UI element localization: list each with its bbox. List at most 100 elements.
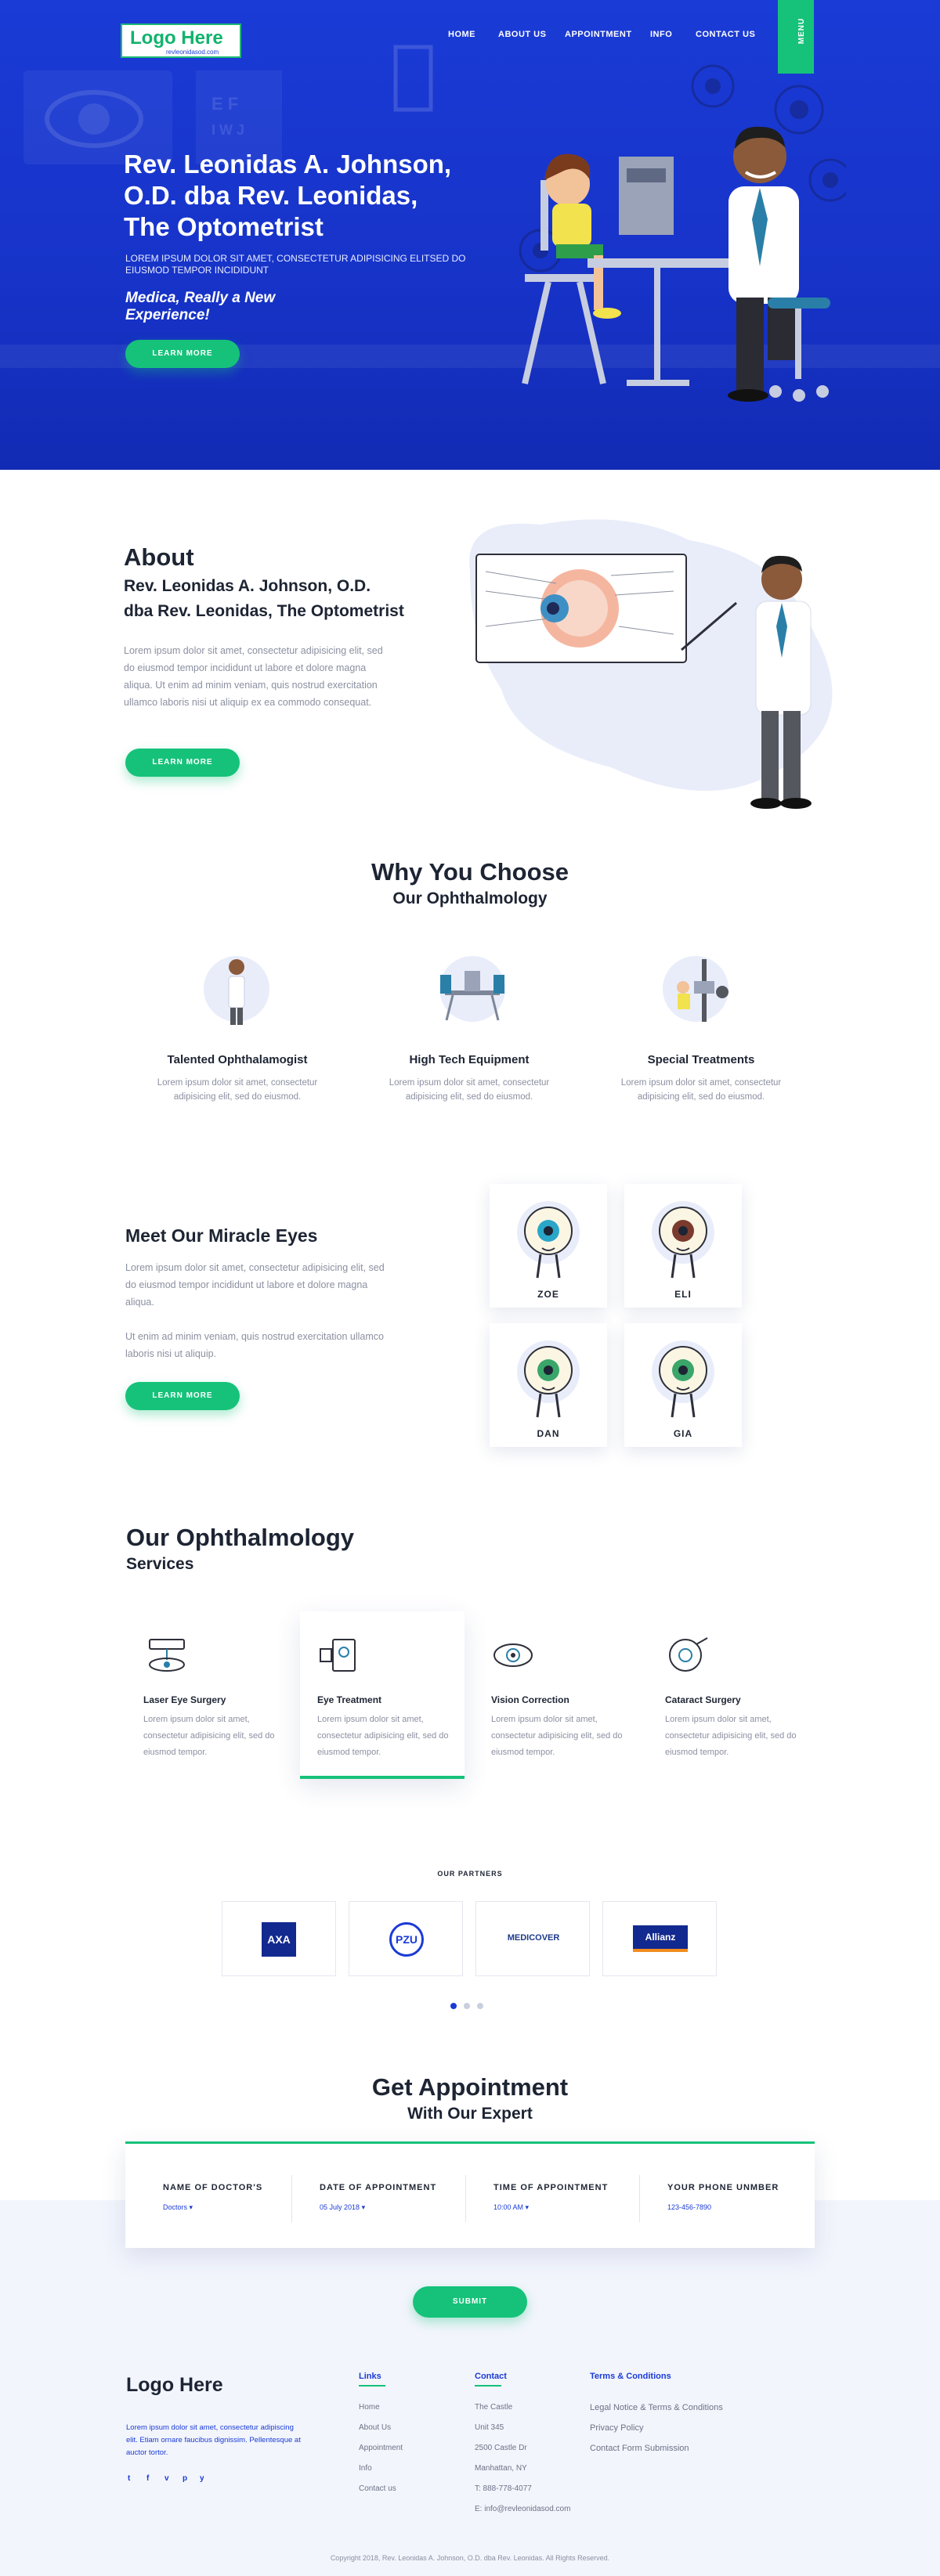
service-title: Cataract Surgery: [665, 1694, 741, 1705]
svg-text:I W J: I W J: [212, 122, 244, 138]
special-treatment-icon: [663, 956, 728, 1022]
service-item[interactable]: Cataract Surgery Lorem ipsum dolor sit a…: [665, 1615, 830, 1771]
footer-link-appointment[interactable]: Appointment: [359, 2444, 403, 2452]
carousel-dot[interactable]: [464, 2003, 470, 2009]
divider: [291, 2175, 292, 2222]
footer-link-info[interactable]: Info: [359, 2464, 372, 2473]
eye-card-eli[interactable]: ELI: [624, 1184, 742, 1308]
submit-button[interactable]: SUBMIT: [413, 2286, 527, 2318]
hero-title-line: The Optometrist: [124, 212, 324, 241]
feature-title: High Tech Equipment: [409, 1053, 530, 1066]
contact-email[interactable]: E: info@revleonidasod.com: [475, 2505, 570, 2513]
eye-name: GIA: [673, 1428, 693, 1439]
hero-section: E F I W J Logo Here revleonidasod.com HO…: [0, 0, 940, 470]
footer-logo[interactable]: Logo Here: [126, 2374, 223, 2397]
nav-info[interactable]: INFO: [650, 30, 672, 39]
footer-link-legal[interactable]: Legal Notice & Terms & Conditions: [590, 2403, 723, 2412]
pinterest-icon[interactable]: p: [183, 2474, 187, 2483]
hero-learn-more-button[interactable]: LEARN MORE: [125, 340, 240, 368]
eyes-learn-more-button[interactable]: LEARN MORE: [125, 1382, 240, 1410]
eye-card-zoe[interactable]: ZOE: [490, 1184, 607, 1308]
footer-links-heading: Links: [359, 2372, 381, 2381]
logo-subtext: revleonidasod.com: [166, 49, 219, 56]
twitter-icon[interactable]: t: [128, 2474, 130, 2483]
about-heading: About: [124, 543, 194, 571]
doctor-select[interactable]: NAME OF DOCTOR'S Doctors ▾: [163, 2183, 262, 2212]
carousel-dot-active[interactable]: [450, 2003, 457, 2009]
appointment-subheading: With Our Expert: [407, 2105, 533, 2123]
divider: [465, 2175, 466, 2222]
phone-field[interactable]: YOUR PHONE UNMBER 123-456-7890: [667, 2183, 779, 2211]
eyes-heading: Meet Our Miracle Eyes: [125, 1225, 318, 1246]
eye-name: DAN: [537, 1428, 560, 1439]
footer-link-contact-form[interactable]: Contact Form Submission: [590, 2444, 689, 2453]
chevron-down-icon: ▾: [361, 2203, 366, 2211]
date-select[interactable]: DATE OF APPOINTMENT 05 July 2018 ▾: [320, 2183, 436, 2212]
about-subheading-line: Rev. Leonidas A. Johnson, O.D.: [124, 577, 371, 595]
service-item[interactable]: Vision Correction Lorem ipsum dolor sit …: [491, 1615, 656, 1771]
why-subheading: Our Ophthalmology: [392, 889, 548, 907]
time-select[interactable]: TIME OF APPOINTMENT 10:00 AM ▾: [494, 2183, 608, 2212]
why-heading: Why You Choose: [371, 858, 569, 886]
cartoon-eye-icon: [652, 1340, 714, 1418]
service-desc: Lorem ipsum dolor sit amet, consectetur …: [665, 1715, 797, 1757]
about-learn-more-button[interactable]: LEARN MORE: [125, 749, 240, 777]
footer-about: Lorem ipsum dolor sit amet, consectetur …: [126, 2423, 301, 2457]
nav-appointment[interactable]: APPOINTMENT: [565, 30, 632, 39]
heading-underline: [359, 2385, 385, 2387]
eye-name: ZOE: [537, 1289, 559, 1300]
hero-subtitle: LOREM IPSUM DOLOR SIT AMET, CONSECTETUR …: [125, 253, 466, 276]
feature-card: Talented Ophthalamogist Lorem ipsum dolo…: [136, 1053, 339, 1104]
footer-link-home[interactable]: Home: [359, 2403, 380, 2412]
hero-title-line: Rev. Leonidas A. Johnson,: [124, 150, 452, 179]
field-value: Doctors ▾: [163, 2203, 193, 2211]
field-label: NAME OF DOCTOR'S: [163, 2183, 263, 2192]
footer-link-privacy[interactable]: Privacy Policy: [590, 2423, 643, 2433]
partner-allianz[interactable]: Allianz: [602, 1901, 717, 1976]
partner-pzu[interactable]: PZU: [349, 1901, 463, 1976]
partner-logo-text: Allianz: [633, 1925, 688, 1952]
contact-line: Unit 345: [475, 2423, 504, 2432]
service-desc: Lorem ipsum dolor sit amet, consectetur …: [143, 1715, 275, 1757]
service-title: Eye Treatment: [317, 1694, 382, 1705]
contact-line: The Castle: [475, 2403, 513, 2412]
contact-phone[interactable]: T: 888-778-4077: [475, 2484, 532, 2493]
field-label: TIME OF APPOINTMENT: [494, 2183, 609, 2192]
hero-bg-frame: [393, 45, 433, 112]
hero-title: Rev. Leonidas A. Johnson, O.D. dba Rev. …: [124, 149, 515, 243]
about-subheading: Rev. Leonidas A. Johnson, O.D. dba Rev. …: [124, 574, 453, 624]
feature-desc: Lorem ipsum dolor sit amet, consectetur …: [620, 1078, 782, 1102]
service-title: Laser Eye Surgery: [143, 1694, 226, 1705]
partner-logo-text: PZU: [389, 1922, 424, 1957]
service-title: Vision Correction: [491, 1694, 569, 1705]
feature-title: Special Treatments: [647, 1053, 755, 1066]
eye-name: ELI: [674, 1289, 692, 1300]
field-label: YOUR PHONE UNMBER: [667, 2183, 779, 2192]
partner-medicover[interactable]: MEDICOVER: [475, 1901, 590, 1976]
vimeo-icon[interactable]: v: [164, 2474, 169, 2483]
feature-desc: Lorem ipsum dolor sit amet, consectetur …: [389, 1078, 550, 1102]
logo[interactable]: Logo Here revleonidasod.com: [121, 23, 241, 58]
partner-axa[interactable]: AXA: [222, 1901, 336, 1976]
eye-card-gia[interactable]: GIA: [624, 1323, 742, 1447]
service-item[interactable]: Eye Treatment Lorem ipsum dolor sit amet…: [317, 1615, 482, 1771]
footer-contact-heading: Contact: [475, 2372, 507, 2381]
nav-about-us[interactable]: ABOUT US: [498, 30, 546, 39]
footer-link-about[interactable]: About Us: [359, 2423, 391, 2432]
doctor-patient-illustration: [519, 64, 846, 402]
youtube-icon[interactable]: y: [200, 2474, 204, 2483]
about-subheading-line: dba Rev. Leonidas, The Optometrist: [124, 602, 404, 620]
eye-card-dan[interactable]: DAN: [490, 1323, 607, 1447]
carousel-dot[interactable]: [477, 2003, 483, 2009]
nav-home[interactable]: HOME: [448, 30, 475, 39]
hero-title-line: O.D. dba Rev. Leonidas,: [124, 181, 418, 210]
footer-link-contact[interactable]: Contact us: [359, 2484, 396, 2493]
facebook-icon[interactable]: f: [146, 2474, 149, 2483]
chevron-down-icon: ▾: [189, 2203, 193, 2211]
nav-contact-us[interactable]: CONTACT US: [696, 30, 755, 39]
cartoon-eye-icon: [652, 1201, 714, 1279]
service-item[interactable]: Laser Eye Surgery Lorem ipsum dolor sit …: [143, 1615, 308, 1771]
eyes-text-2: Ut enim ad minim veniam, quis nostrud ex…: [125, 1331, 384, 1359]
logo-text: Logo Here: [130, 27, 223, 49]
ophthalmologist-icon: [204, 956, 269, 1025]
